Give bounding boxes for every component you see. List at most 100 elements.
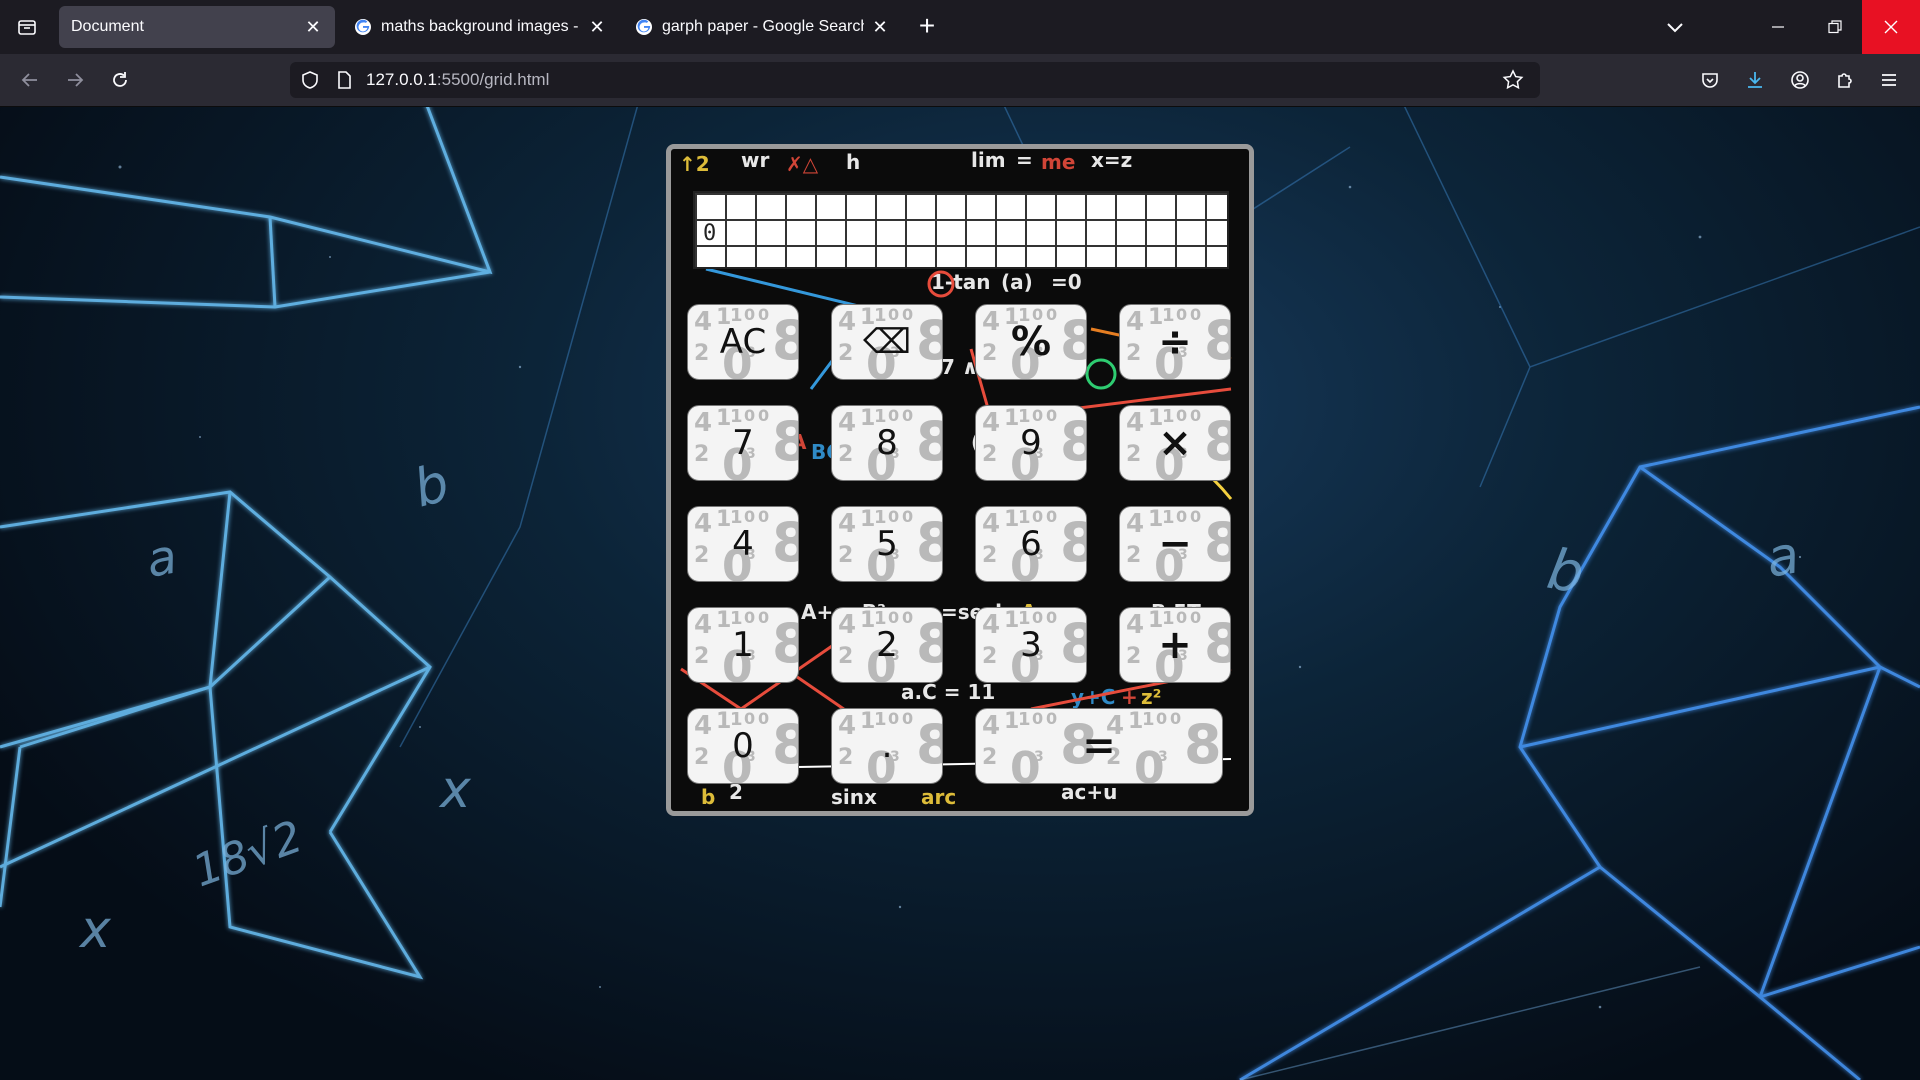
arrow-left-icon <box>21 73 37 87</box>
pocket-icon <box>1702 73 1718 88</box>
svg-text:me: me <box>1041 150 1075 174</box>
svg-text:b: b <box>701 785 715 809</box>
key-label: ÷ <box>1158 319 1192 365</box>
svg-text:wr: wr <box>741 149 769 172</box>
tab-title: garph paper - Google Search <box>662 18 864 35</box>
background-letter: a <box>142 529 181 589</box>
digit-3-button[interactable]: 4110020383 <box>975 607 1087 683</box>
url-path: :5500/grid.html <box>436 70 550 89</box>
minimize-button[interactable] <box>1749 0 1807 54</box>
key-label: 1 <box>732 625 754 665</box>
url-text[interactable]: 127.0.0.1:5500/grid.html <box>366 70 549 90</box>
close-tab-icon[interactable]: ✕ <box>587 17 607 37</box>
new-tab-button[interactable]: + <box>912 12 942 42</box>
backspace-button[interactable]: 411002038⌫ <box>831 304 943 380</box>
key-label: = <box>1082 723 1116 769</box>
reload-button[interactable] <box>104 64 136 96</box>
url-host: 127.0.0.1 <box>366 70 437 89</box>
google-icon <box>636 19 652 35</box>
pocket-button[interactable] <box>1694 64 1726 96</box>
svg-text:✗△: ✗△ <box>786 152 819 176</box>
digit-7-button[interactable]: 4110020387 <box>687 405 799 481</box>
menu-button[interactable] <box>1873 64 1905 96</box>
key-label: 4 <box>732 524 754 564</box>
account-icon <box>1791 71 1809 89</box>
svg-text:↑2: ↑2 <box>679 152 710 176</box>
arrow-right-icon <box>68 73 84 87</box>
bookmark-star-icon[interactable] <box>1502 69 1524 91</box>
digit-8-button[interactable]: 4110020388 <box>831 405 943 481</box>
svg-text:1-tan: 1-tan <box>931 270 991 294</box>
key-label: + <box>1158 622 1192 668</box>
google-icon <box>355 19 371 35</box>
percent-button[interactable]: 411002038% <box>975 304 1087 380</box>
hamburger-menu-icon <box>1882 74 1896 86</box>
address-bar[interactable]: 127.0.0.1:5500/grid.html <box>290 62 1540 98</box>
close-icon <box>1884 20 1898 34</box>
shield-icon[interactable] <box>300 70 320 90</box>
digit-6-button[interactable]: 4110020386 <box>975 506 1087 582</box>
key-label: 0 <box>732 726 754 766</box>
svg-text:sinx: sinx <box>831 785 877 809</box>
page-icon[interactable] <box>334 70 354 90</box>
close-tab-icon[interactable]: ✕ <box>303 17 323 37</box>
digit-5-button[interactable]: 4110020385 <box>831 506 943 582</box>
page-viewport: a b b a x x 18√2 ↑2 wr ✗△ h lim = me x=z… <box>0 107 1920 1080</box>
restore-icon <box>1828 20 1842 34</box>
background-letter: a <box>1762 525 1804 590</box>
key-label: − <box>1158 521 1192 567</box>
reload-icon <box>113 72 127 87</box>
svg-text:h: h <box>846 150 860 174</box>
digit-4-button[interactable]: 4110020384 <box>687 506 799 582</box>
key-label: × <box>1158 420 1192 466</box>
key-label: 6 <box>1020 524 1042 564</box>
close-window-button[interactable] <box>1862 0 1920 54</box>
tab-document[interactable]: Document ✕ <box>59 6 335 48</box>
background-letter: x <box>438 760 472 820</box>
minimize-icon <box>1772 26 1784 28</box>
svg-text:arc: arc <box>921 785 956 809</box>
svg-text:lim: lim <box>971 149 1006 172</box>
list-all-tabs-button[interactable] <box>1660 12 1690 42</box>
account-button[interactable] <box>1784 64 1816 96</box>
puzzle-icon <box>1838 73 1852 88</box>
add-button[interactable]: 411002038+ <box>1119 607 1231 683</box>
svg-text:=0: =0 <box>1051 270 1082 294</box>
extensions-button[interactable] <box>1829 64 1861 96</box>
multiply-button[interactable]: 411002038× <box>1119 405 1231 481</box>
tab-title: Document <box>71 18 144 35</box>
key-label: 2 <box>876 625 898 665</box>
key-label: 8 <box>876 423 898 463</box>
key-label: 9 <box>1020 423 1042 463</box>
equals-button[interactable]: 4 1 1 0 0 2 0 3 8 4 1 1 0 0 2 0 3 8 = <box>975 708 1223 784</box>
tab-list-button[interactable] <box>0 0 54 54</box>
digit-0-button[interactable]: 4110020380 <box>687 708 799 784</box>
subtract-button[interactable]: 411002038− <box>1119 506 1231 582</box>
key-label: 5 <box>876 524 898 564</box>
forward-button[interactable] <box>59 64 91 96</box>
close-tab-icon[interactable]: ✕ <box>870 17 890 37</box>
digit-9-button[interactable]: 4110020389 <box>975 405 1087 481</box>
tab-list-icon <box>18 20 36 35</box>
downloads-button[interactable] <box>1739 64 1771 96</box>
svg-text:=: = <box>1016 149 1033 172</box>
key-label: % <box>1010 319 1052 365</box>
restore-button[interactable] <box>1806 0 1864 54</box>
decimal-button[interactable]: 411002038. <box>831 708 943 784</box>
key-label: . <box>881 726 893 766</box>
digit-2-button[interactable]: 4110020382 <box>831 607 943 683</box>
digit-1-button[interactable]: 4110020381 <box>687 607 799 683</box>
tab-maths-background[interactable]: maths background images - Go ✕ <box>341 6 619 48</box>
calculator: ↑2 wr ✗△ h lim = me x=z 1-tan (a) =0 V=S… <box>666 144 1254 816</box>
download-icon <box>1748 72 1762 88</box>
key-label: AC <box>719 322 767 362</box>
calculator-display: 0 <box>693 191 1229 269</box>
background-letter: 18√2 <box>186 811 309 897</box>
divide-button[interactable]: 411002038÷ <box>1119 304 1231 380</box>
back-button[interactable] <box>14 64 46 96</box>
key-label: 3 <box>1020 625 1042 665</box>
tab-title: maths background images - Go <box>381 18 581 35</box>
tab-garph-paper[interactable]: garph paper - Google Search ✕ <box>622 6 902 48</box>
all-clear-button[interactable]: 411002038AC <box>687 304 799 380</box>
tab-bar: Document ✕ maths background images - Go … <box>0 0 1920 54</box>
